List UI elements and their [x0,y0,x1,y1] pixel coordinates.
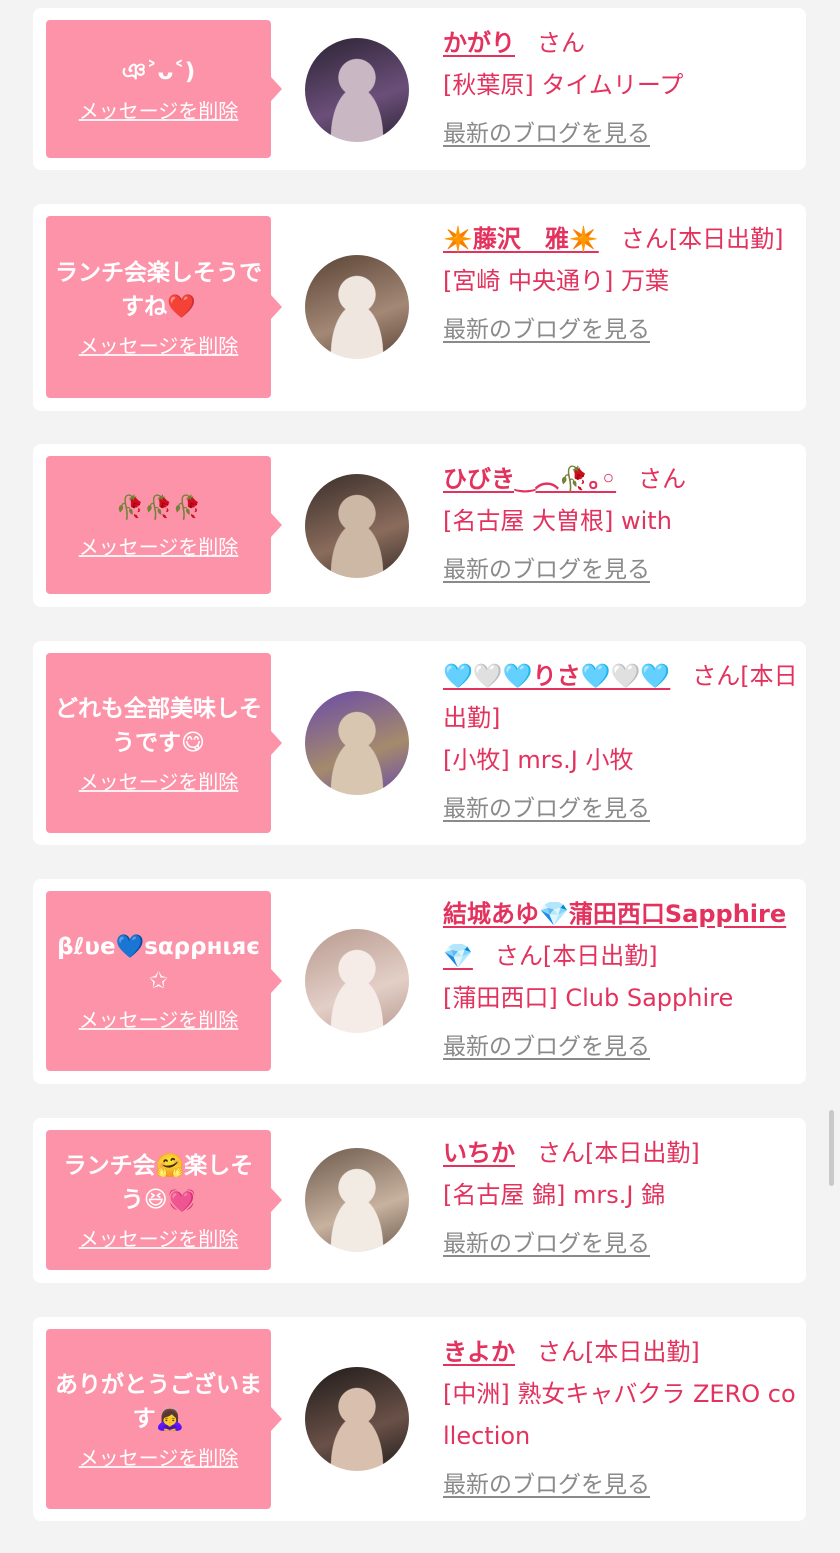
latest-blog-link[interactable]: 最新のブログを見る [443,312,650,348]
shop-name: [蒲田西口] Club Sapphire [443,984,734,1012]
message-card: βℓυе💙ѕαρρнιяє✩ メッセージを削除 結城あゆ💎蒲田西口Sapphire💎… [33,879,806,1084]
profile-info: きよか さん[本日出勤] [中洲] 熟女キャバクラ ZERO collection 最… [443,1331,799,1503]
message-bubble: ঞ˃ᴗ˂) メッセージを削除 [46,20,282,158]
honorific-label: さん [494,942,543,970]
delete-message-link[interactable]: メッセージを削除 [79,1223,239,1252]
honorific-label: さん [620,225,669,253]
shop-name: [名古屋 錦] mrs.J 錦 [443,1181,666,1209]
shop-name: [宮崎 中央通り] 万葉 [443,267,669,295]
profile-info: いちか さん[本日出勤] [名古屋 錦] mrs.J 錦最新のブログを見る [443,1132,799,1262]
message-list: ঞ˃ᴗ˂) メッセージを削除 かがり さん [秋葉原] タイムリープ 最新のブログを見るラ… [0,0,840,1553]
shift-status: [本日出勤] [542,942,658,970]
latest-blog-link[interactable]: 最新のブログを見る [443,1029,650,1065]
delete-message-link[interactable]: メッセージを削除 [79,531,239,560]
delete-message-link[interactable]: メッセージを削除 [79,1442,239,1471]
message-bubble: ランチ会楽しそうですね❤️ メッセージを削除 [46,216,282,398]
honorific-label: さん [537,29,585,57]
message-text: 🥀🥀🥀 [115,494,202,521]
latest-blog-link[interactable]: 最新のブログを見る [443,552,650,588]
profile-name-link[interactable]: いちか [443,1139,515,1167]
profile-name-link[interactable]: きよか [443,1338,515,1366]
avatar[interactable] [305,474,409,578]
shop-name: [秋葉原] タイムリープ [443,71,684,99]
latest-blog-link[interactable]: 最新のブログを見る [443,791,650,827]
shop-name: [名古屋 大曽根] with [443,507,672,535]
delete-message-link[interactable]: メッセージを削除 [79,766,239,795]
profile-name-link[interactable]: ✴️藤沢 雅✴️ [443,225,599,253]
avatar[interactable] [305,38,409,142]
avatar[interactable] [305,1367,409,1471]
honorific-label: さん [537,1338,585,1366]
honorific-label: さん [537,1139,585,1167]
profile-name-link[interactable]: かがり [443,29,515,57]
message-bubble: どれも全部美味しそうです😋 メッセージを削除 [46,653,282,833]
message-card: ありがとうございます🙇‍♀️ メッセージを削除 きよか さん[本日出勤] [中洲] 熟女… [33,1317,806,1521]
name-line: きよか さん[本日出勤] [443,1331,799,1373]
latest-blog-link[interactable]: 最新のブログを見る [443,1226,650,1262]
message-bubble: ありがとうございます🙇‍♀️ メッセージを削除 [46,1329,282,1509]
message-card: どれも全部美味しそうです😋 メッセージを削除 🩵🤍🩵りさ🩵🤍🩵 さん[本日出勤] [小牧… [33,641,806,845]
name-line: ひびき‿︵🥀｡◦ さん [443,458,799,500]
message-card: ランチ会楽しそうですね❤️ メッセージを削除 ✴️藤沢 雅✴️ さん[本日出勤] [宮崎… [33,204,806,411]
name-line: かがり さん [443,22,799,64]
avatar[interactable] [305,1148,409,1252]
profile-info: かがり さん [秋葉原] タイムリープ最新のブログを見る [443,22,799,152]
shift-status: [本日出勤] [668,225,784,253]
name-line: 結城あゆ💎蒲田西口Sapphire💎 さん[本日出勤] [443,893,799,977]
message-text: βℓυе💙ѕαρρнιяє✩ [57,933,260,994]
latest-blog-link[interactable]: 最新のブログを見る [443,1467,650,1503]
honorific-label: さん [638,465,687,493]
shop-name: [中洲] 熟女キャバクラ ZERO collection [443,1380,796,1450]
message-text: ランチ会🤗楽しそう😆💓 [63,1152,254,1213]
profile-name-link[interactable]: ひびき‿︵🥀｡◦ [443,465,616,493]
avatar[interactable] [305,929,409,1033]
message-text: ঞ˃ᴗ˂) [121,58,196,85]
message-bubble: ランチ会🤗楽しそう😆💓 メッセージを削除 [46,1130,282,1270]
message-card: ঞ˃ᴗ˂) メッセージを削除 かがり さん [秋葉原] タイムリープ最新のブログを見る [33,8,806,170]
delete-message-link[interactable]: メッセージを削除 [79,95,239,124]
name-line: いちか さん[本日出勤] [443,1132,799,1174]
message-bubble: βℓυе💙ѕαρρнιяє✩ メッセージを削除 [46,891,282,1071]
profile-info: 🩵🤍🩵りさ🩵🤍🩵 さん[本日出勤] [小牧] mrs.J 小牧 最新のブログを見る [443,655,799,827]
scrollbar-thumb[interactable] [829,1110,834,1186]
profile-info: ✴️藤沢 雅✴️ さん[本日出勤] [宮崎 中央通り] 万葉最新のブログを見る [443,218,799,348]
name-line: 🩵🤍🩵りさ🩵🤍🩵 さん[本日出勤] [443,655,799,739]
message-text: ありがとうございます🙇‍♀️ [55,1371,262,1432]
name-line: ✴️藤沢 雅✴️ さん[本日出勤] [443,218,799,260]
profile-name-link[interactable]: 🩵🤍🩵りさ🩵🤍🩵 [443,662,670,690]
avatar[interactable] [305,255,409,359]
latest-blog-link[interactable]: 最新のブログを見る [443,116,650,152]
message-bubble: 🥀🥀🥀 メッセージを削除 [46,456,282,594]
message-text: どれも全部美味しそうです😋 [55,695,262,756]
shift-status: [本日出勤] [585,1338,700,1366]
shop-name: [小牧] mrs.J 小牧 [443,746,634,774]
delete-message-link[interactable]: メッセージを削除 [79,330,239,359]
shift-status: [本日出勤] [585,1139,700,1167]
message-card: ランチ会🤗楽しそう😆💓 メッセージを削除 いちか さん[本日出勤] [名古屋 錦] mr… [33,1118,806,1283]
profile-info: 結城あゆ💎蒲田西口Sapphire💎 さん[本日出勤] [蒲田西口] Club Sa… [443,893,799,1065]
delete-message-link[interactable]: メッセージを削除 [79,1004,239,1033]
avatar[interactable] [305,691,409,795]
message-card: 🥀🥀🥀 メッセージを削除 ひびき‿︵🥀｡◦ さん [名古屋 大曽根] with 最新のブロ… [33,444,806,607]
message-text: ランチ会楽しそうですね❤️ [55,259,262,320]
profile-info: ひびき‿︵🥀｡◦ さん [名古屋 大曽根] with 最新のブログを見る [443,458,799,588]
honorific-label: さん [692,662,741,690]
